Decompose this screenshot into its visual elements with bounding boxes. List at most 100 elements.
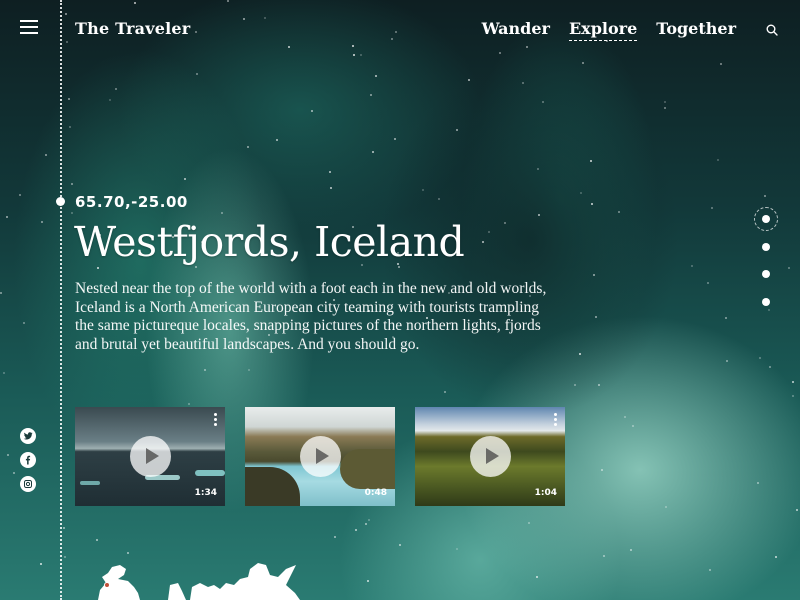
play-icon[interactable] [300,436,341,477]
star [276,139,278,141]
star [247,146,249,148]
pagination-dot-2[interactable] [754,235,778,259]
star [365,523,367,525]
star [542,101,544,103]
star [725,317,727,319]
star [370,94,372,96]
timeline-dotted-line [60,0,62,600]
pagination-dot-1[interactable] [754,207,778,231]
star [759,357,761,359]
star [488,231,490,233]
hamburger-menu-icon[interactable] [20,20,38,34]
star [19,194,21,196]
star [398,266,400,268]
star [792,381,794,383]
star [311,110,313,112]
star [456,548,458,550]
star [582,62,584,64]
rock [340,449,395,489]
brand-logo[interactable]: The Traveler [75,19,190,38]
more-options-icon[interactable] [214,413,218,427]
star [68,98,70,100]
nav-explore[interactable]: Explore [568,19,638,41]
nav-wander[interactable]: Wander [482,19,550,41]
coordinates: 65.70,-25.00 [75,193,188,211]
star [360,54,362,56]
more-options-icon[interactable] [554,413,558,427]
iceberg [195,470,225,476]
star [438,198,440,200]
video-duration: 1:34 [194,488,217,498]
star [288,46,290,48]
star [353,54,355,56]
star [65,13,67,15]
star [227,0,229,2]
star [115,88,117,90]
star [580,192,582,194]
star [399,544,401,546]
iceberg [80,481,100,485]
star [595,316,597,318]
star [66,41,68,43]
pagination-dot-3[interactable] [754,262,778,286]
star [195,31,197,33]
star [63,527,65,529]
star [624,416,626,418]
star [538,214,540,216]
facebook-icon[interactable] [20,452,36,468]
star [788,267,790,269]
star [603,555,605,557]
timeline-marker [56,197,65,206]
star [40,563,42,565]
star [665,506,667,508]
video-list: 1:34 0:48 1:04 [75,407,565,506]
video-card[interactable]: 0:48 [245,407,395,506]
star [23,322,25,324]
star [0,292,2,294]
star [764,195,766,197]
star [13,472,15,474]
star [664,101,666,103]
star [204,369,206,371]
star [593,274,595,276]
star [591,203,593,205]
twitter-icon[interactable] [20,428,36,444]
star [334,536,336,538]
star [468,79,470,81]
location-pin-icon[interactable] [104,582,110,588]
star [717,159,719,161]
star [96,539,98,541]
social-links [20,428,36,500]
star [522,82,524,84]
star [69,126,71,128]
star [391,38,393,40]
star [248,369,250,371]
star [395,31,397,33]
iceland-map [98,563,300,600]
star [6,216,8,218]
star [456,129,458,131]
star [504,222,506,224]
play-icon[interactable] [470,436,511,477]
video-card[interactable]: 1:04 [415,407,565,506]
star [375,75,377,77]
search-icon[interactable] [766,21,778,36]
star [196,73,198,75]
star [355,529,357,531]
star [188,403,190,405]
star [243,18,245,20]
star [368,519,370,521]
star [367,580,369,582]
nav-together[interactable]: Together [656,19,736,41]
video-card[interactable]: 1:34 [75,407,225,506]
star [579,353,581,355]
play-icon[interactable] [130,436,171,477]
star [707,282,709,284]
pagination-dot-4[interactable] [754,290,778,314]
star [422,189,424,191]
instagram-icon[interactable] [20,476,36,492]
star [536,576,538,578]
star [691,265,693,267]
star [127,552,129,554]
star [618,211,620,213]
